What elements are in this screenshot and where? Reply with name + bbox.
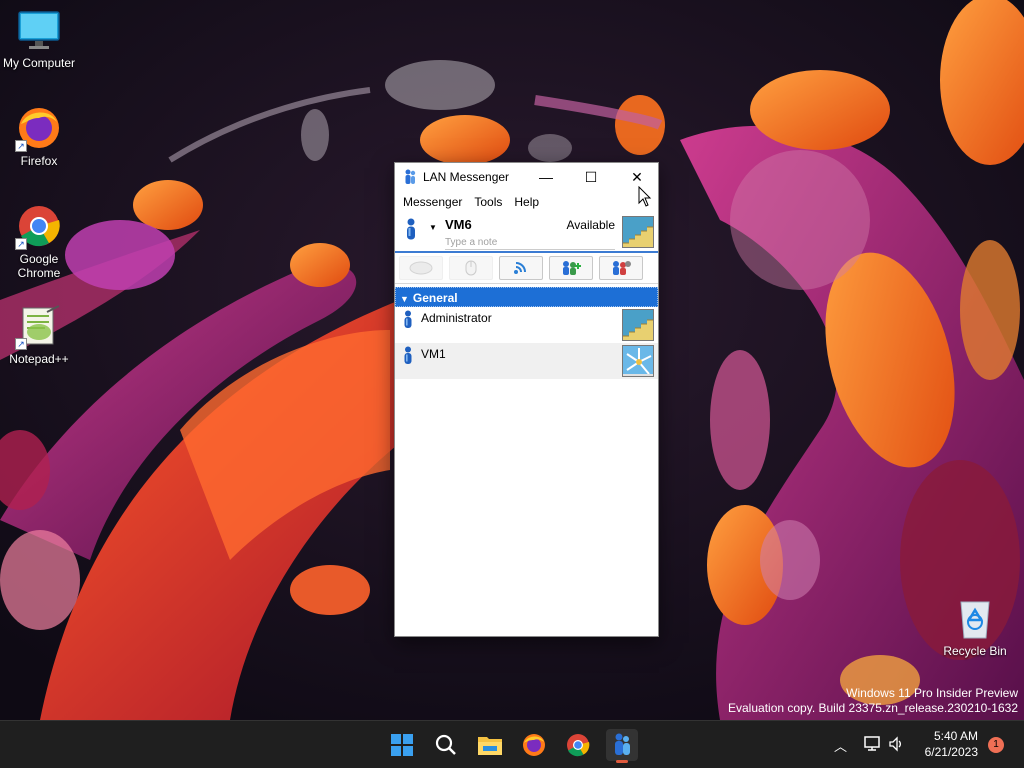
user-profile-header: ▼ VM6 Available [395,213,658,253]
window-title: LAN Messenger [423,170,510,184]
contact-administrator[interactable]: Administrator [395,307,658,343]
window-titlebar[interactable]: LAN Messenger — ☐ ✕ [395,163,658,191]
chevron-down-icon: ▼ [400,294,409,304]
minimize-icon: — [539,169,553,185]
user-status[interactable]: Available [567,218,615,232]
close-icon: ✕ [631,169,643,185]
lan-messenger-window: LAN Messenger — ☐ ✕ Messenger Tools Help… [394,162,659,637]
windows-watermark: Windows 11 Pro Insider Preview Evaluatio… [728,686,1018,716]
group-general-header[interactable]: ▼ General [395,287,658,307]
mouse-icon [465,260,477,276]
contact-avatar-stairs [622,309,654,341]
group-add-icon [563,261,581,275]
contact-name: VM1 [421,347,446,361]
contact-vm1[interactable]: VM1 [395,343,658,379]
desktop-icon-label: Google Chrome [17,252,61,280]
toolbar-file-button[interactable] [449,256,493,280]
start-icon [391,734,413,756]
system-clock[interactable]: 5:40 AM 6/21/2023 [925,728,978,760]
desktop-icon-label: My Computer [2,56,76,70]
toolbar-group-add-button[interactable] [549,256,593,280]
taskbar-search-button[interactable] [430,729,462,761]
recycle-bin-icon [953,596,997,640]
contact-status-icon [403,346,413,364]
chrome-icon [567,734,590,757]
toolbar [395,253,658,284]
taskbar-chrome[interactable] [562,729,594,761]
contact-name: Administrator [421,311,492,325]
lan-messenger-icon [615,733,630,755]
menu-tools[interactable]: Tools [468,195,508,209]
chat-bubble-icon [409,261,433,275]
firefox-icon: ↗ [15,106,61,152]
shortcut-arrow-icon: ↗ [15,238,27,250]
start-button[interactable] [386,729,418,761]
menu-messenger[interactable]: Messenger [397,195,468,209]
desktop-icon-recycle-bin[interactable]: Recycle Bin [936,596,1014,658]
shortcut-arrow-icon: ↗ [15,140,27,152]
taskbar: ︿ 5:40 AM 6/21/2023 1 [0,720,1024,768]
desktop-icon-label: Notepad++ [9,352,69,366]
taskbar-file-explorer[interactable] [474,729,506,761]
menu-help[interactable]: Help [508,195,545,209]
close-button[interactable]: ✕ [614,163,660,191]
user-status-icon[interactable] [405,218,417,240]
desktop-icon-label: Recycle Bin [943,644,1007,658]
desktop-icon-label: Firefox [20,154,58,168]
status-dropdown-icon[interactable]: ▼ [429,223,437,232]
desktop-icon-chrome[interactable]: ↗ Google Chrome [0,204,78,280]
monitor-icon [17,8,61,52]
toolbar-group-settings-button[interactable] [599,256,643,280]
contact-status-icon [403,310,413,328]
toolbar-chat-button[interactable] [399,256,443,280]
user-avatar[interactable] [622,216,654,248]
clock-date: 6/21/2023 [924,745,978,759]
note-input[interactable] [445,236,615,250]
watermark-line-1: Windows 11 Pro Insider Preview [846,686,1018,700]
maximize-icon: ☐ [584,169,598,185]
notepadpp-icon: ↗ [15,304,61,350]
tray-overflow-chevron-up-icon[interactable]: ︿ [834,736,847,755]
shortcut-arrow-icon: ↗ [15,338,27,350]
toolbar-broadcast-button[interactable] [499,256,543,280]
maximize-button[interactable]: ☐ [568,163,614,191]
firefox-icon [523,734,545,756]
volume-icon[interactable] [888,736,904,755]
minimize-button[interactable]: — [523,163,569,191]
desktop-icon-notepadpp[interactable]: ↗ Notepad++ [0,304,78,366]
desktop-icon-firefox[interactable]: ↗ Firefox [0,106,78,168]
lan-messenger-icon [403,169,417,185]
network-icon[interactable] [864,736,882,755]
taskbar-lan-messenger[interactable] [606,729,638,763]
desktop-icon-my-computer[interactable]: My Computer [0,8,78,70]
taskbar-firefox[interactable] [518,729,550,761]
watermark-line-2: Evaluation copy. Build 23375.zn_release.… [728,701,1018,715]
chrome-icon: ↗ [15,204,61,250]
notification-badge[interactable]: 1 [988,737,1004,753]
contact-avatar-windmill [622,345,654,377]
group-name: General [412,291,458,305]
group-settings-icon [613,261,631,275]
clock-time: 5:40 AM [933,729,978,743]
user-name: VM6 [445,217,472,232]
broadcast-icon [514,262,526,274]
file-explorer-icon [478,737,502,755]
active-app-indicator [616,760,628,763]
mouse-cursor-icon [638,186,652,207]
search-icon [435,734,456,755]
menu-bar: Messenger Tools Help [395,191,658,213]
